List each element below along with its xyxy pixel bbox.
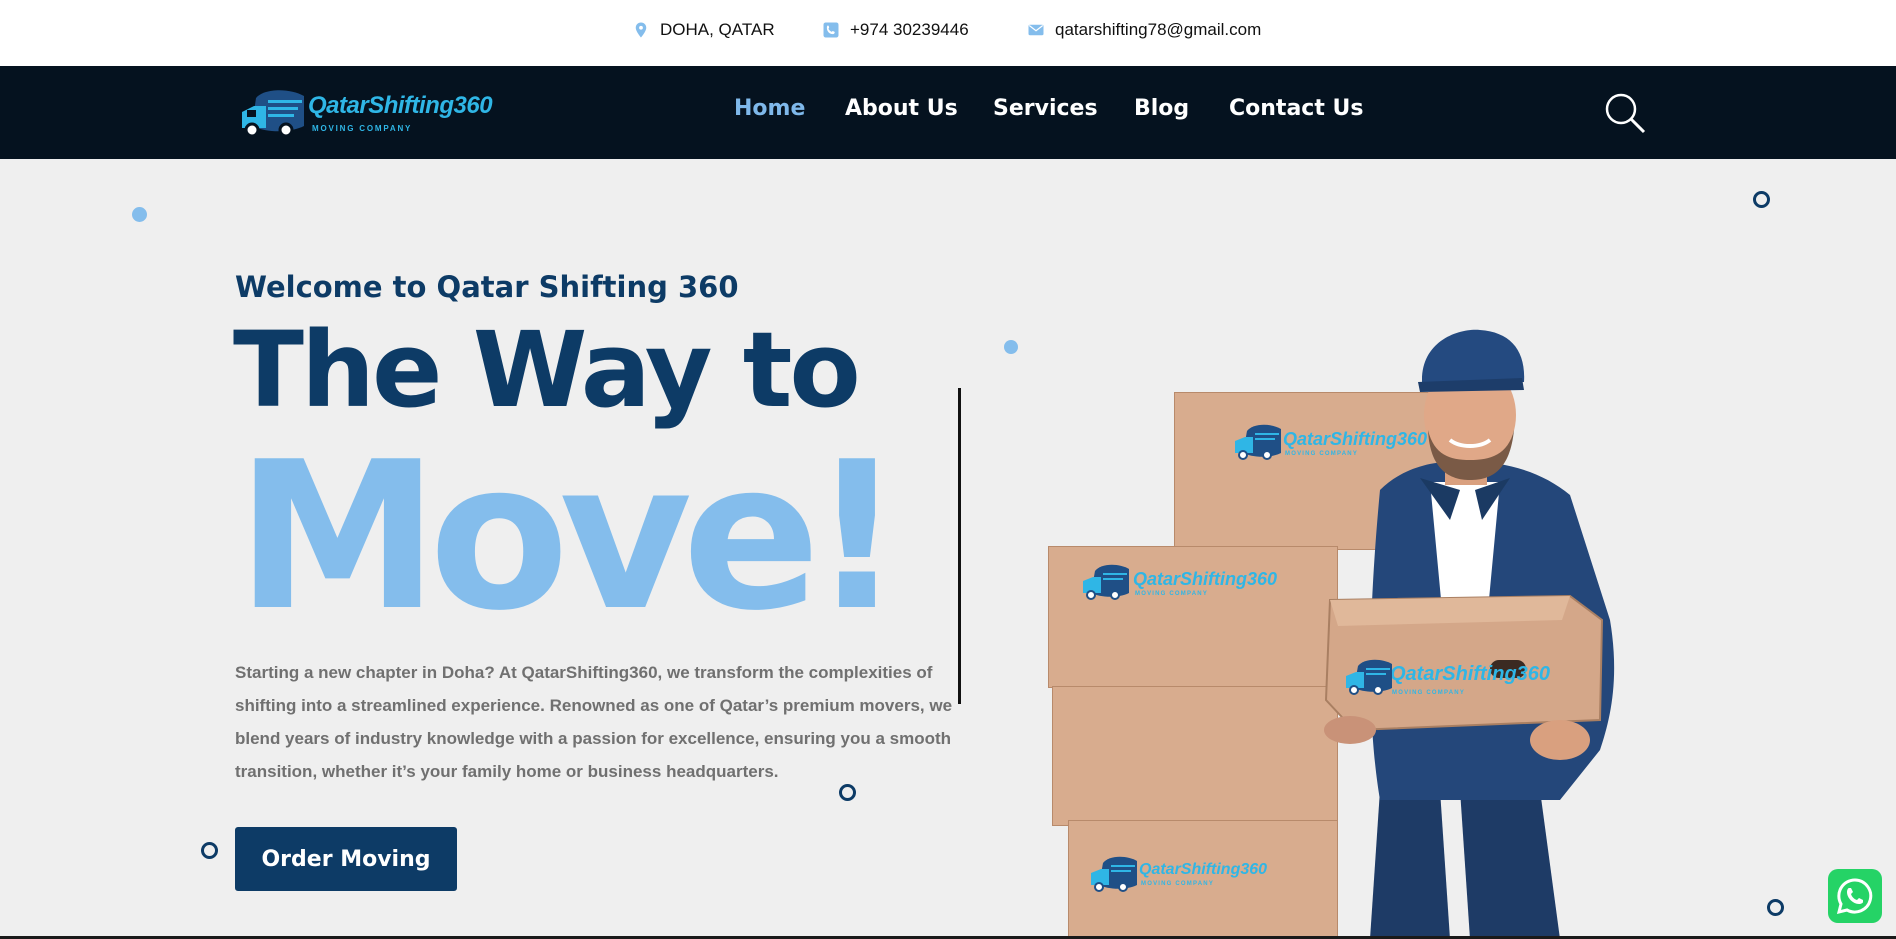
held-box-tagline: MOVING COMPANY [1392, 690, 1465, 696]
truck-logo-icon [1091, 856, 1137, 892]
search-icon[interactable] [1604, 92, 1646, 134]
nav-home[interactable]: Home [734, 96, 805, 121]
truck-logo-icon [1235, 424, 1281, 460]
hero-description: Starting a new chapter in Doha? At Qatar… [235, 663, 953, 781]
email-info[interactable]: qatarshifting78@gmail.com [1027, 20, 1261, 40]
location-text: DOHA, QATAR [660, 20, 775, 39]
logo-brand-text: QatarShifting360 [308, 92, 493, 119]
order-moving-button[interactable]: Order Moving [235, 827, 457, 891]
nav-about-us[interactable]: About Us [845, 96, 958, 121]
box-bottom: QatarShifting360 MOVING COMPANY [1068, 820, 1338, 939]
phone-text[interactable]: +974 30239446 [850, 20, 969, 40]
hero-headline-line2: Move! [236, 419, 904, 656]
decor-dot [1004, 340, 1018, 354]
top-info-bar: DOHA, QATAR +974 30239446 qatarshifting7… [0, 0, 1896, 66]
email-text[interactable]: qatarshifting78@gmail.com [1055, 20, 1261, 40]
decor-ring [201, 842, 218, 859]
truck-logo-icon [1083, 564, 1129, 600]
logo-tagline: MOVING COMPANY [312, 124, 413, 133]
held-box-brand-label: QatarShifting360 [1390, 663, 1550, 685]
map-pin-icon [635, 22, 647, 38]
truck-logo-icon [242, 90, 304, 138]
decor-ring [1767, 899, 1784, 916]
mover-person-graphic: QatarShifting360 MOVING COMPANY [1324, 329, 1615, 939]
box-tagline: MOVING COMPANY [1135, 591, 1209, 597]
mover-illustration: QatarShifting360 MOVING COMPANY QatarShi… [1040, 320, 1660, 939]
site-logo[interactable]: QatarShifting360 MOVING COMPANY [238, 86, 493, 142]
box-middle: QatarShifting360 MOVING COMPANY [1048, 546, 1338, 688]
nav-blog[interactable]: Blog [1134, 96, 1189, 121]
box-tagline: MOVING COMPANY [1141, 881, 1215, 887]
envelope-icon [1028, 24, 1044, 36]
whatsapp-icon [1836, 878, 1873, 915]
decor-dot [132, 207, 147, 222]
box-brand-label: QatarShifting360 [1133, 569, 1278, 589]
phone-icon [823, 22, 839, 38]
whatsapp-button[interactable] [1828, 869, 1882, 923]
box-brand-label: QatarShifting360 [1139, 861, 1268, 878]
phone-info[interactable]: +974 30239446 [822, 20, 969, 40]
typing-cursor [958, 388, 961, 704]
decor-ring [1753, 191, 1770, 208]
location-info: DOHA, QATAR [632, 20, 775, 40]
nav-services[interactable]: Services [993, 96, 1098, 121]
hero-welcome: Welcome to Qatar Shifting 360 [235, 270, 739, 304]
box-lower [1052, 686, 1338, 826]
hero-headline-line1: The Way to [233, 309, 861, 431]
nav-contact-us[interactable]: Contact Us [1229, 96, 1363, 121]
